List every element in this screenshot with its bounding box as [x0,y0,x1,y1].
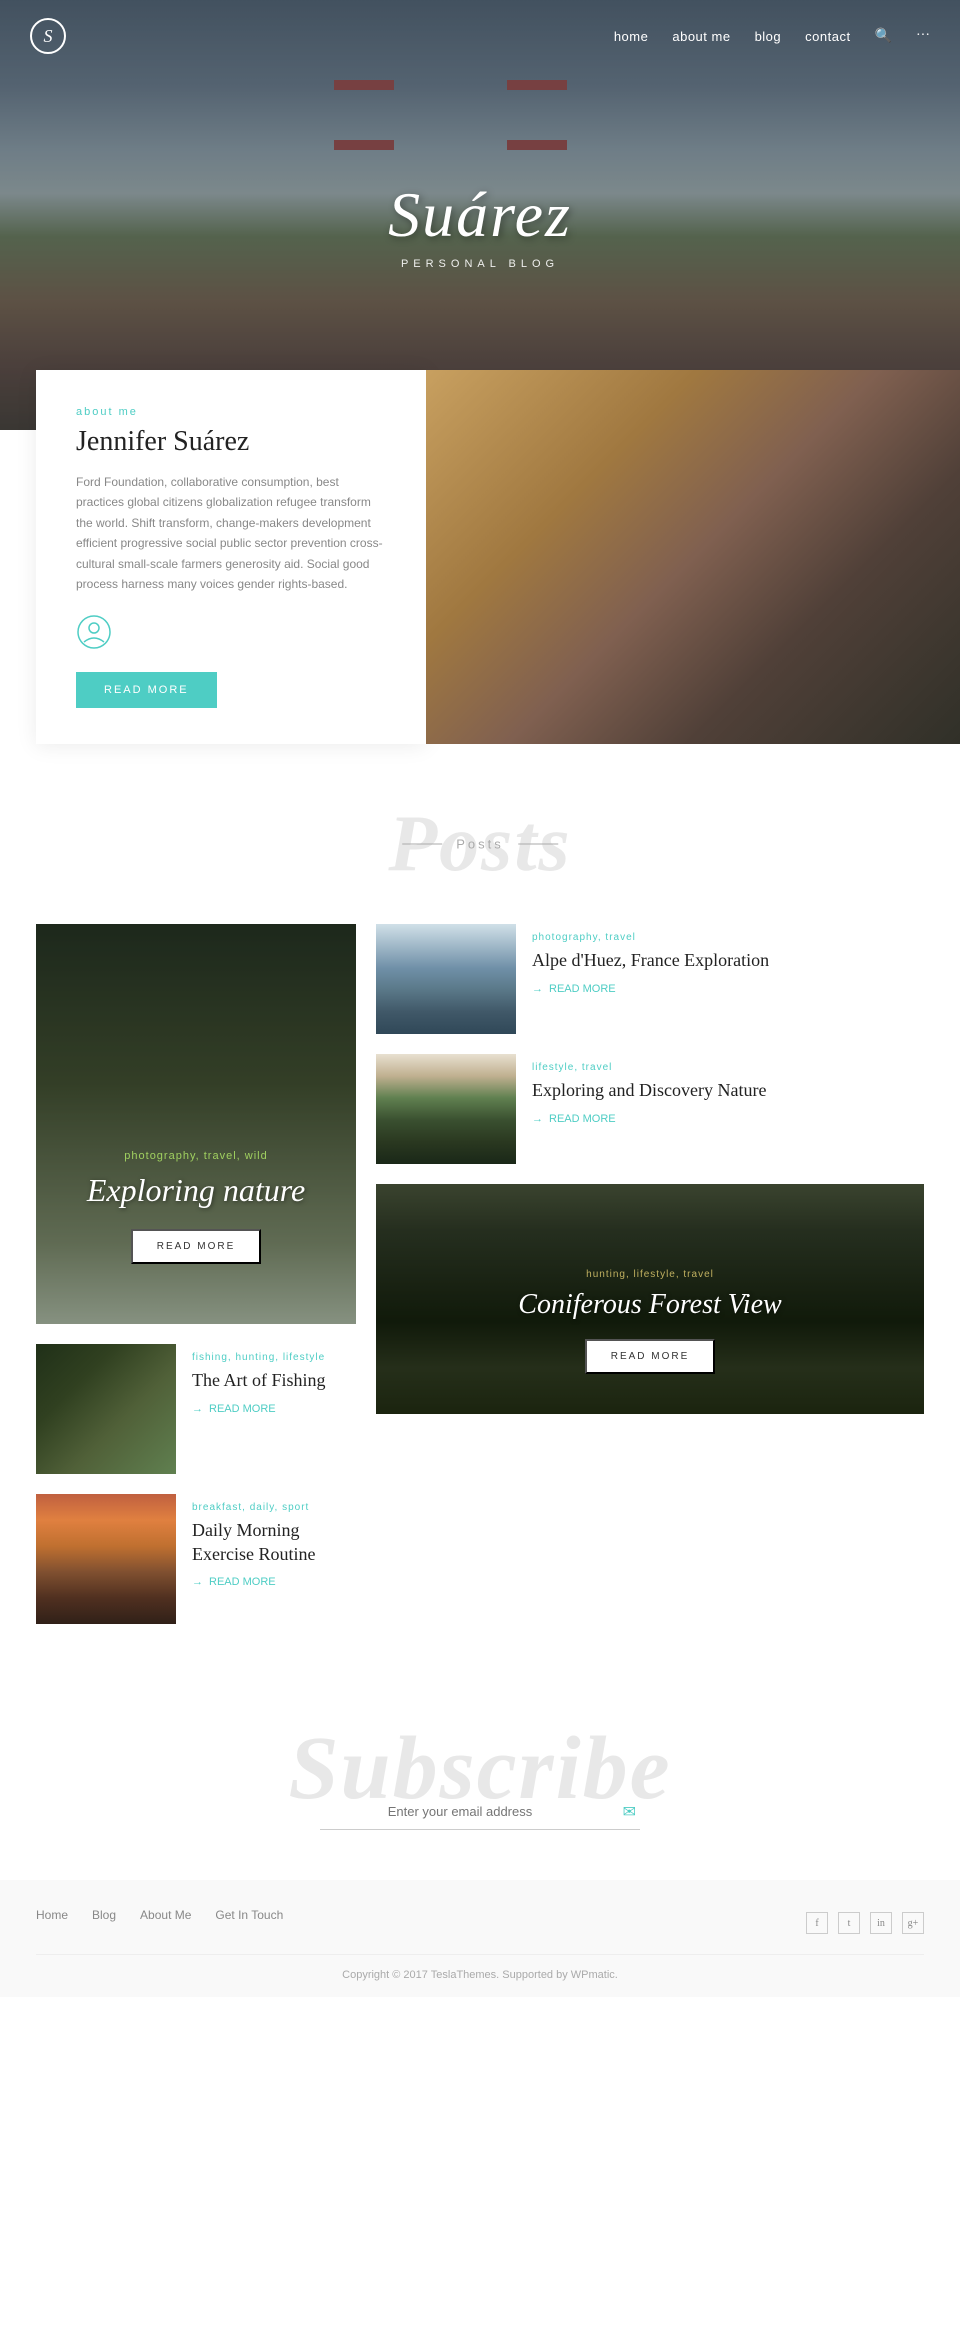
post-alps: photography, travel Alpe d'Huez, France … [376,924,924,1034]
mail-icon: ✉ [623,1802,636,1822]
more-options-icon[interactable]: ··· [916,28,930,44]
about-card: about me Jennifer Suárez Ford Foundation… [36,370,426,744]
nav-about[interactable]: about me [672,29,730,44]
post-alps-title: Alpe d'Huez, France Exploration [532,949,924,972]
post-conifer[interactable]: hunting, lifestyle, travel Coniferous Fo… [376,1184,924,1414]
arrow-icon: → [192,1403,203,1415]
social-facebook-icon[interactable]: f [806,1912,828,1934]
post-discovery-categories: lifestyle, travel [532,1062,924,1073]
post-conifer-categories: hunting, lifestyle, travel [396,1269,904,1280]
hero-text-block: Suárez PERSONAL BLOG [0,178,960,270]
post-featured-read-more-button[interactable]: READ MORE [131,1229,262,1264]
post-fishing-image [36,1344,176,1474]
post-fishing-title: The Art of Fishing [192,1369,356,1392]
hero-subtitle: PERSONAL BLOG [0,258,960,270]
post-discovery-image [376,1054,516,1164]
footer-social-icons: f t in g+ [806,1912,924,1934]
post-conifer-content: hunting, lifestyle, travel Coniferous Fo… [376,1269,924,1375]
footer: Home Blog About Me Get In Touch f t in g… [0,1880,960,1997]
posts-left-col: photography, travel, wild Exploring natu… [36,924,356,1624]
social-googleplus-icon[interactable]: g+ [902,1912,924,1934]
footer-link-about[interactable]: About Me [140,1908,191,1922]
post-alps-body: photography, travel Alpe d'Huez, France … [532,924,924,994]
posts-layout: photography, travel, wild Exploring natu… [36,924,924,1624]
about-read-more-button[interactable]: READ MORE [76,672,217,708]
hero-title: Suárez [0,178,960,252]
post-morning-read-more[interactable]: → READ MORE [192,1576,356,1588]
about-name: Jennifer Suárez [76,426,386,458]
footer-link-home[interactable]: Home [36,1908,68,1922]
social-linkedin-icon[interactable]: in [870,1912,892,1934]
post-alps-categories: photography, travel [532,932,924,943]
post-conifer-read-more-button[interactable]: READ MORE [585,1339,716,1374]
post-fishing-body: fishing, hunting, lifestyle The Art of F… [192,1344,356,1414]
post-featured-categories: photography, travel, wild [56,1150,336,1162]
about-photo [426,370,960,744]
subscribe-email-input[interactable] [320,1794,640,1830]
nav-contact[interactable]: contact [805,29,850,44]
post-morning: breakfast, daily, sport Daily Morning Ex… [36,1494,356,1624]
subscribe-section: Subscribe ✉ [0,1664,960,1880]
post-fishing: fishing, hunting, lifestyle The Art of F… [36,1344,356,1474]
main-nav: S home about me blog contact 🔍 ··· [0,0,960,72]
arrow-icon-2: → [192,1576,203,1588]
about-label: about me [76,406,386,418]
nav-blog[interactable]: blog [755,29,782,44]
search-icon[interactable]: 🔍 [875,28,892,45]
post-fishing-read-more[interactable]: → READ MORE [192,1403,356,1415]
post-discovery-title: Exploring and Discovery Nature [532,1079,924,1102]
post-morning-categories: breakfast, daily, sport [192,1502,356,1513]
arrow-icon-4: → [532,1113,543,1125]
post-fishing-categories: fishing, hunting, lifestyle [192,1352,356,1363]
nav-links: home about me blog contact 🔍 ··· [614,28,930,45]
post-featured-title: Exploring nature [56,1172,336,1209]
about-text: Ford Foundation, collaborative consumpti… [76,472,386,594]
post-morning-image [36,1494,176,1624]
footer-link-contact[interactable]: Get In Touch [215,1908,283,1922]
post-discovery: lifestyle, travel Exploring and Discover… [376,1054,924,1164]
posts-section: Posts Posts photography, travel, wild Ex… [0,744,960,1664]
post-alps-image [376,924,516,1034]
site-logo[interactable]: S [30,18,66,54]
post-morning-body: breakfast, daily, sport Daily Morning Ex… [192,1494,356,1588]
post-alps-read-more[interactable]: → READ MORE [532,983,924,995]
about-icon [76,614,386,656]
post-featured-overlay [36,924,356,1324]
post-discovery-body: lifestyle, travel Exploring and Discover… [532,1054,924,1124]
posts-line-title: Posts [402,837,558,852]
footer-nav: Home Blog About Me Get In Touch [36,1908,283,1922]
posts-section-header: Posts Posts [36,804,924,884]
footer-link-blog[interactable]: Blog [92,1908,116,1922]
post-featured-content: photography, travel, wild Exploring natu… [36,1150,356,1264]
subscribe-form: ✉ [36,1794,924,1830]
social-twitter-icon[interactable]: t [838,1912,860,1934]
about-section: about me Jennifer Suárez Ford Foundation… [0,370,960,744]
post-featured[interactable]: photography, travel, wild Exploring natu… [36,924,356,1324]
post-discovery-read-more[interactable]: → READ MORE [532,1113,924,1125]
post-morning-title: Daily Morning Exercise Routine [192,1519,356,1566]
nav-home[interactable]: home [614,29,649,44]
post-conifer-title: Coniferous Forest View [396,1288,904,1322]
footer-copyright: Copyright © 2017 TeslaThemes. Supported … [36,1969,924,1981]
arrow-icon-3: → [532,983,543,995]
posts-right-col: photography, travel Alpe d'Huez, France … [376,924,924,1624]
